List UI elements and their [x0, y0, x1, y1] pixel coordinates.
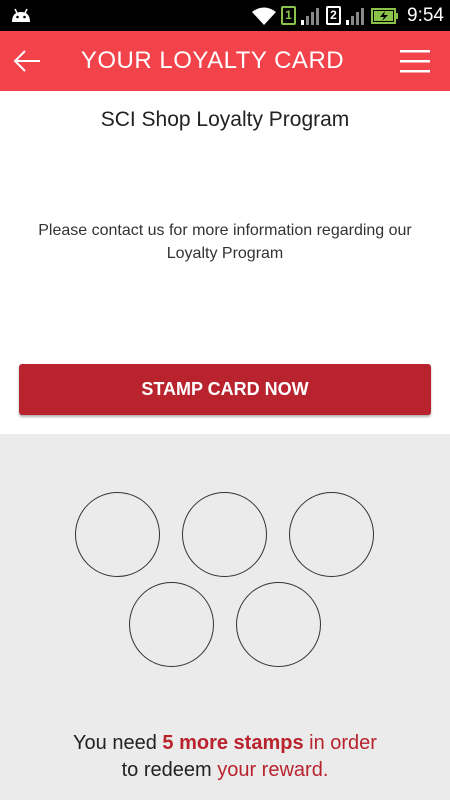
page-title: YOUR LOYALTY CARD — [80, 47, 345, 74]
signal-icon — [346, 7, 365, 25]
reward-text-part: in order — [303, 732, 377, 754]
reward-message: You need 5 more stamps in order to redee… — [0, 730, 450, 784]
status-bar: 1 2 9:54 — [0, 0, 450, 31]
program-info-text: Please contact us for more information r… — [38, 222, 412, 262]
stamp-slot — [182, 492, 267, 577]
loyalty-info-section: SCI Shop Loyalty Program Please contact … — [0, 91, 450, 434]
reward-text-part: your reward. — [217, 759, 329, 781]
stamps-remaining-count: 5 more stamps — [162, 732, 304, 754]
android-icon — [12, 8, 30, 22]
stamp-slot — [129, 582, 214, 667]
stamp-slot — [236, 582, 321, 667]
sim2-badge: 2 — [326, 6, 342, 25]
battery-charging-icon — [371, 7, 399, 24]
stamp-slot — [75, 492, 160, 577]
signal-icon — [301, 7, 320, 25]
sim1-badge: 1 — [281, 6, 297, 25]
clock-time: 9:54 — [407, 4, 444, 26]
wifi-icon — [252, 7, 277, 25]
reward-text-part: to redeem — [121, 759, 218, 781]
hamburger-menu-icon[interactable] — [400, 48, 430, 74]
program-name: SCI Shop Loyalty Program — [100, 108, 350, 131]
stamp-slot — [289, 492, 374, 577]
reward-text-part: You need — [73, 732, 163, 754]
stamp-card-button[interactable]: STAMP CARD NOW — [19, 364, 431, 415]
stamp-card-area: You need 5 more stamps in order to redee… — [0, 434, 450, 800]
app-bar: YOUR LOYALTY CARD — [0, 31, 450, 91]
